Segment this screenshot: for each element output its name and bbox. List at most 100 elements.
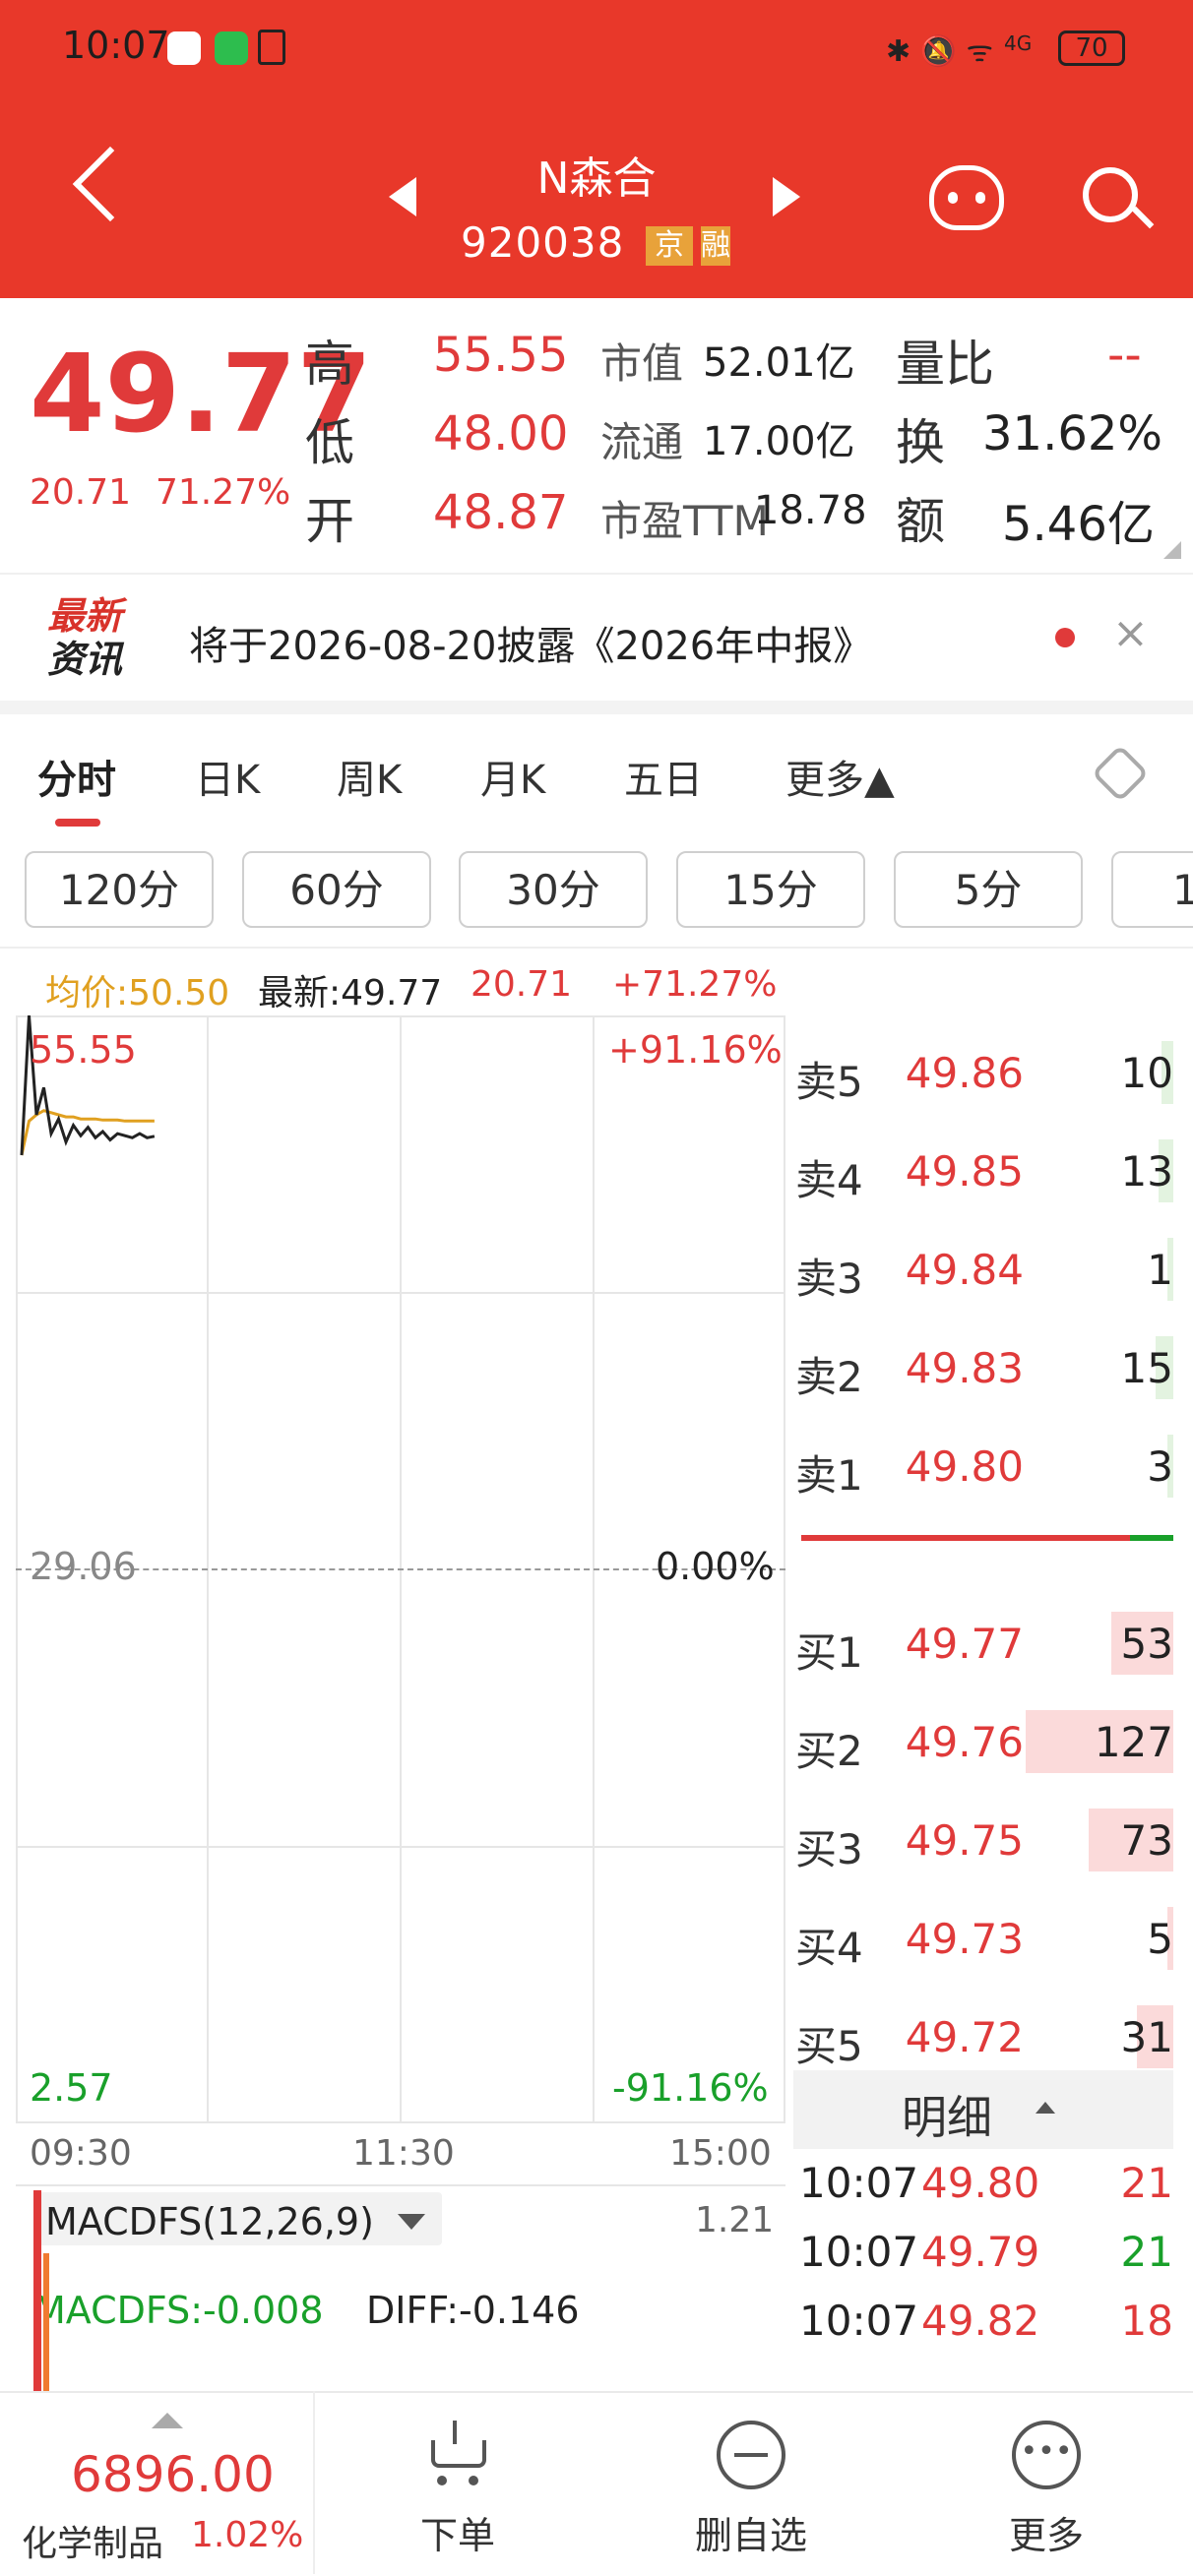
ask-volume: 1 xyxy=(1147,1246,1173,1294)
price-change-pct: 71.27% xyxy=(156,472,291,513)
ask-row[interactable]: 卖4 49.85 13 xyxy=(793,1122,1173,1220)
order-label[interactable]: 下单 xyxy=(394,2505,522,2559)
unread-dot-icon xyxy=(1055,628,1075,647)
exchange-badge: 京 xyxy=(646,226,693,266)
expand-corner-icon[interactable] xyxy=(1163,541,1181,559)
y-axis-mid: 29.06 xyxy=(30,1545,137,1588)
ask-label: 卖5 xyxy=(795,1058,863,1106)
period-15min[interactable]: 15分 xyxy=(676,851,865,928)
y-axis-bottom: 2.57 xyxy=(30,2066,113,2110)
ask-volume: 15 xyxy=(1120,1344,1173,1392)
ask-row[interactable]: 卖1 49.80 3 xyxy=(793,1417,1173,1515)
battery-icon: 70 xyxy=(1058,31,1125,66)
bid-row[interactable]: 买4 49.73 5 xyxy=(793,1889,1173,1988)
ask-label: 卖1 xyxy=(795,1451,863,1500)
change-legend: 20.71 xyxy=(471,964,573,1005)
stock-code: 920038 xyxy=(461,218,625,267)
index-value[interactable]: 6896.00 xyxy=(71,2446,275,2503)
remove-watchlist-label[interactable]: 删自选 xyxy=(669,2505,833,2559)
diff-value: DIFF:-0.146 xyxy=(366,2289,580,2332)
bid-row[interactable]: 买2 49.76 127 xyxy=(793,1692,1173,1791)
price-change: 20.71 xyxy=(30,472,132,513)
ask-price: 49.80 xyxy=(905,1442,1024,1491)
bid-price: 49.76 xyxy=(905,1718,1024,1766)
index-name: 化学制品 xyxy=(22,2524,164,2564)
ask-price: 49.83 xyxy=(905,1344,1024,1392)
remove-watchlist-icon[interactable] xyxy=(717,2421,785,2489)
time-end: 15:00 xyxy=(669,2133,772,2174)
close-icon[interactable]: × xyxy=(1112,608,1149,658)
period-60min[interactable]: 60分 xyxy=(242,851,431,928)
cart-icon[interactable] xyxy=(423,2421,492,2485)
mcap-label: 市值 xyxy=(600,339,684,388)
trade-row: 10:07 49.82 18 xyxy=(799,2297,1173,2360)
bid-row[interactable]: 买3 49.75 73 xyxy=(793,1791,1173,1889)
ask-label: 卖3 xyxy=(795,1255,863,1303)
period-5min[interactable]: 5分 xyxy=(894,851,1083,928)
book-divider-green xyxy=(1130,1535,1173,1541)
pe-label: 市盈TTM xyxy=(600,497,769,545)
expand-up-icon[interactable] xyxy=(152,2413,183,2428)
book-divider xyxy=(801,1535,1173,1541)
bid-row[interactable]: 买1 49.77 53 xyxy=(793,1594,1173,1692)
volume-ratio-value: -- xyxy=(1107,328,1142,383)
tab-intraday[interactable]: 分时 xyxy=(37,748,116,805)
open-label: 开 xyxy=(305,493,354,550)
pct-axis-top: +91.16% xyxy=(608,1028,783,1072)
macd-bar xyxy=(33,2190,41,2391)
bid-volume: 53 xyxy=(1120,1620,1173,1668)
period-30min[interactable]: 30分 xyxy=(459,851,648,928)
tab-five-day[interactable]: 五日 xyxy=(624,748,703,805)
ask-row[interactable]: 卖2 49.83 15 xyxy=(793,1319,1173,1417)
mcap-value: 52.01亿 xyxy=(703,340,855,386)
time-start: 09:30 xyxy=(30,2133,132,2174)
search-icon[interactable] xyxy=(1083,167,1138,222)
turnover-label: 换 xyxy=(896,414,945,471)
news-text[interactable]: 将于2026-08-20披露《2026年中报》 xyxy=(189,614,872,671)
tab-more[interactable]: 更多▲ xyxy=(785,748,895,805)
ask-price: 49.86 xyxy=(905,1049,1024,1097)
ask-price: 49.84 xyxy=(905,1246,1024,1294)
tab-monthly-k[interactable]: 月K xyxy=(480,748,545,805)
trade-price: 49.82 xyxy=(921,2297,1040,2345)
bid-volume: 5 xyxy=(1147,1915,1173,1963)
settings-icon[interactable] xyxy=(1091,744,1150,803)
trade-row: 10:07 49.80 21 xyxy=(799,2159,1173,2222)
bid-price: 49.72 xyxy=(905,2013,1024,2061)
tab-daily-k[interactable]: 日K xyxy=(195,748,260,805)
sort-up-icon xyxy=(1036,2102,1055,2114)
y-axis-top: 55.55 xyxy=(30,1028,137,1072)
bid-label: 买4 xyxy=(795,1924,863,1972)
margin-badge: 融 xyxy=(701,226,730,266)
detail-title: 明细 xyxy=(902,2091,992,2144)
macd-name: MACDFS(12,26,9) xyxy=(45,2200,374,2243)
low-label: 低 xyxy=(305,414,354,471)
active-tab-indicator xyxy=(55,819,100,827)
news-logo-line1: 最新 xyxy=(47,594,123,638)
ask-row[interactable]: 卖3 49.84 1 xyxy=(793,1220,1173,1319)
divider xyxy=(0,947,1193,949)
trade-volume: 21 xyxy=(1120,2159,1173,2207)
period-120min[interactable]: 120分 xyxy=(25,851,214,928)
trade-time: 10:07 xyxy=(799,2228,919,2276)
pct-legend: +71.27% xyxy=(612,964,778,1005)
assistant-robot-icon[interactable] xyxy=(929,165,1004,230)
tab-weekly-k[interactable]: 周K xyxy=(337,748,402,805)
period-1min[interactable]: 1 xyxy=(1111,851,1193,928)
avg-price-legend: 均价:50.50 xyxy=(45,973,230,1013)
more-icon[interactable]: ••• xyxy=(1012,2421,1081,2489)
ask-row[interactable]: 卖5 49.86 10 xyxy=(793,1023,1173,1122)
pct-axis-bottom: -91.16% xyxy=(612,2066,769,2110)
nfc-icon xyxy=(258,30,285,65)
avg-price-line xyxy=(20,1109,155,1156)
more-label[interactable]: 更多 xyxy=(984,2505,1108,2559)
trade-time: 10:07 xyxy=(799,2159,919,2207)
time-mid: 11:30 xyxy=(352,2133,455,2174)
pe-value: 18.78 xyxy=(754,488,867,533)
bid-volume: 127 xyxy=(1094,1718,1173,1766)
status-time: 10:07 xyxy=(62,24,170,67)
amount-value: 5.46亿 xyxy=(1002,497,1155,552)
ask-label: 卖4 xyxy=(795,1156,863,1204)
bid-price: 49.75 xyxy=(905,1816,1024,1865)
float-label: 流通 xyxy=(600,418,684,466)
